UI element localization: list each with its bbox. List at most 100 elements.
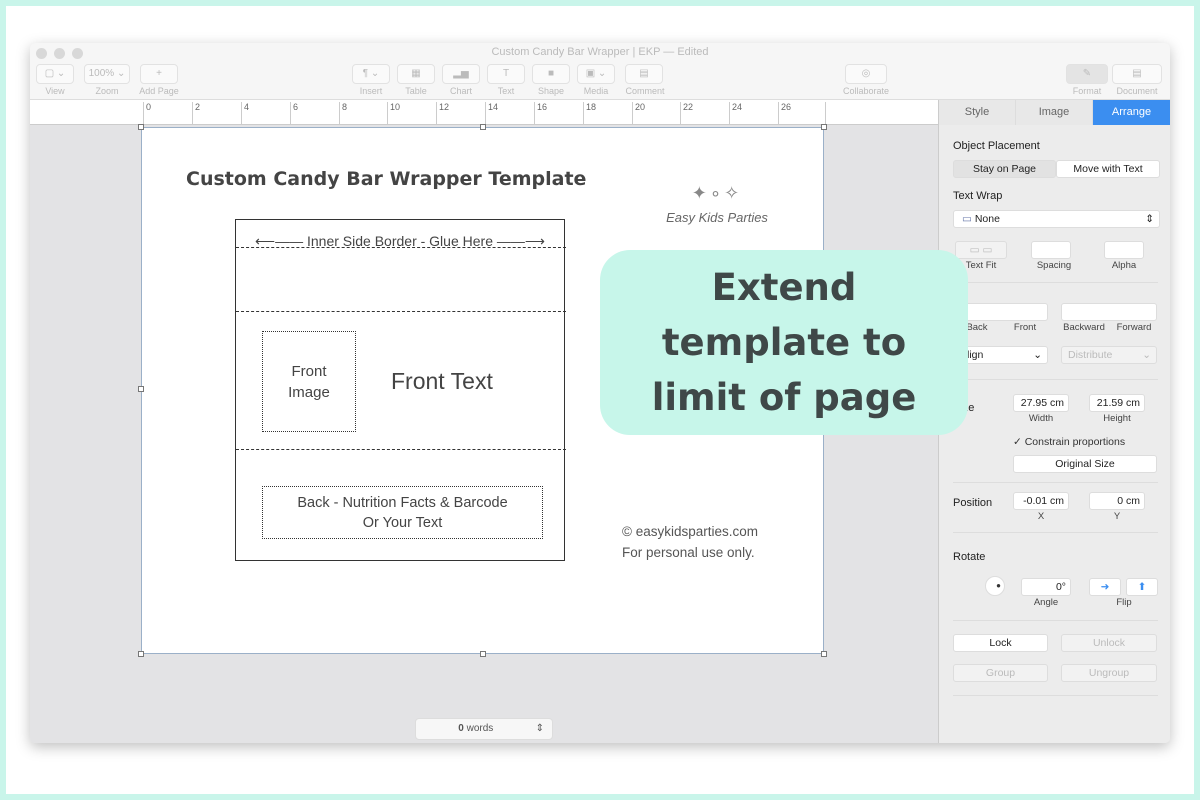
ruler-tick: 10: [387, 102, 400, 124]
add-page-button[interactable]: +: [140, 64, 178, 84]
dashed-line: [236, 449, 566, 450]
alpha-field[interactable]: [1104, 241, 1144, 259]
insert-button[interactable]: ¶ ⌄: [352, 64, 390, 84]
zoom-label: Zoom: [95, 86, 119, 96]
ruler-tick: 0: [143, 102, 151, 124]
document-label: Document: [1116, 86, 1158, 96]
view-button[interactable]: ▢ ⌄: [36, 64, 74, 84]
text-wrap-value: None: [974, 213, 1000, 225]
tab-image[interactable]: Image: [1016, 100, 1093, 125]
flip-vertical-icon[interactable]: ⬆: [1126, 578, 1158, 596]
flip-horizontal-icon[interactable]: ➜: [1089, 578, 1121, 596]
rotate-label: Rotate: [953, 551, 986, 563]
tab-style[interactable]: Style: [939, 100, 1016, 125]
resize-handle[interactable]: [480, 651, 486, 657]
insert-label: Insert: [359, 86, 383, 96]
angle-label: Angle: [1033, 597, 1059, 608]
spacing-label: Spacing: [1036, 260, 1072, 271]
resize-handle[interactable]: [480, 124, 486, 130]
x-field[interactable]: -0.01 cm: [1013, 492, 1069, 510]
resize-handle[interactable]: [138, 124, 144, 130]
backward-label: Backward: [1063, 322, 1105, 333]
back-box: Back - Nutrition Facts & Barcode Or Your…: [262, 486, 543, 539]
text-fit-buttons[interactable]: ▭ ▭: [955, 241, 1007, 259]
distribute-select[interactable]: Distribute ⌄: [1061, 346, 1157, 364]
format-label: Format: [1072, 86, 1102, 96]
document-icon[interactable]: ▤: [1112, 64, 1162, 84]
word-count[interactable]: 0 words ⇕: [415, 718, 553, 740]
angle-field[interactable]: 0°: [1021, 578, 1071, 596]
word-count-label: words: [466, 723, 494, 734]
wrapper-template[interactable]: ⟵—— Inner Side Border - Glue Here ——⟶ Fr…: [235, 219, 566, 561]
height-field[interactable]: 21.59 cm: [1089, 394, 1145, 412]
add-page-label: Add Page: [139, 86, 179, 96]
personal-use-note: For personal use only.: [622, 545, 755, 560]
tab-arrange[interactable]: Arrange: [1093, 100, 1170, 125]
table-icon[interactable]: ▦: [397, 64, 435, 84]
divider: [953, 482, 1158, 483]
ruler-tick: 8: [339, 102, 347, 124]
ruler-tick: [825, 102, 828, 124]
dashed-line: [236, 311, 566, 312]
ruler-tick: 26: [778, 102, 791, 124]
object-placement-label: Object Placement: [953, 140, 1040, 152]
width-field[interactable]: 27.95 cm: [1013, 394, 1069, 412]
height-label: Height: [1103, 413, 1131, 424]
ruler-tick: 22: [680, 102, 693, 124]
resize-handle[interactable]: [138, 386, 144, 392]
site-text: easykidsparties.com: [635, 524, 759, 539]
y-label: Y: [1113, 511, 1121, 522]
callout-text: Extend template to limit of page: [651, 266, 917, 419]
front-label: Front: [1013, 322, 1037, 333]
ruler-tick: 24: [729, 102, 742, 124]
lock-button[interactable]: Lock: [953, 634, 1048, 652]
zoom-select[interactable]: 100% ⌄: [84, 64, 130, 84]
x-label: X: [1037, 511, 1045, 522]
position-label: Position: [953, 497, 993, 509]
resize-handle[interactable]: [821, 651, 827, 657]
shape-icon[interactable]: ■: [532, 64, 570, 84]
logo-text: Easy Kids Parties: [666, 210, 768, 225]
move-with-text-button[interactable]: Move with Text: [1056, 160, 1160, 178]
collaborate-label: Collaborate: [842, 86, 890, 96]
ruler-tick: 16: [534, 102, 547, 124]
divider: [953, 532, 1158, 533]
site-url: © easykidsparties.com: [622, 524, 758, 539]
chart-label: Chart: [449, 86, 472, 96]
original-size-button[interactable]: Original Size: [1013, 455, 1157, 473]
group-button[interactable]: Group: [953, 664, 1048, 682]
text-wrap-label: Text Wrap: [953, 190, 1003, 202]
template-heading: Custom Candy Bar Wrapper Template: [186, 168, 587, 190]
divider: [953, 282, 1158, 283]
collaborate-icon[interactable]: ◎: [845, 64, 887, 84]
text-label: Text: [497, 86, 515, 96]
resize-handle[interactable]: [138, 651, 144, 657]
ungroup-button[interactable]: Ungroup: [1061, 664, 1157, 682]
ruler-tick: 14: [485, 102, 498, 124]
spacing-field[interactable]: [1031, 241, 1071, 259]
back-line-2: Or Your Text: [362, 515, 443, 531]
stay-on-page-button[interactable]: Stay on Page: [953, 160, 1056, 178]
forward-label: Forward: [1116, 322, 1152, 333]
word-count-value: 0: [458, 723, 464, 734]
comment-icon[interactable]: ▤: [625, 64, 663, 84]
backward-forward-buttons[interactable]: [1061, 303, 1157, 321]
unlock-button[interactable]: Unlock: [1061, 634, 1157, 652]
ruler-tick: 18: [583, 102, 596, 124]
text-wrap-select[interactable]: ▭ None ⇕: [953, 210, 1160, 228]
resize-handle[interactable]: [821, 124, 827, 130]
constrain-proportions-checkbox[interactable]: ✓ Constrain proportions: [1013, 436, 1125, 448]
shape-label: Shape: [537, 86, 565, 96]
window-title: Custom Candy Bar Wrapper | EKP — Edited: [491, 46, 709, 58]
rotate-wheel[interactable]: ●: [985, 576, 1005, 596]
ruler-tick: 12: [436, 102, 449, 124]
text-icon[interactable]: T: [487, 64, 525, 84]
ruler-tick: 2: [192, 102, 200, 124]
format-sidebar: Style Image Arrange Object Placement Sta…: [938, 100, 1170, 743]
back-line-1: Back - Nutrition Facts & Barcode: [297, 495, 508, 511]
media-icon[interactable]: ▣ ⌄: [577, 64, 615, 84]
y-field[interactable]: 0 cm: [1089, 492, 1145, 510]
format-icon[interactable]: ✎: [1066, 64, 1108, 84]
chart-icon[interactable]: ▂▅: [442, 64, 480, 84]
comment-label: Comment: [625, 86, 665, 96]
